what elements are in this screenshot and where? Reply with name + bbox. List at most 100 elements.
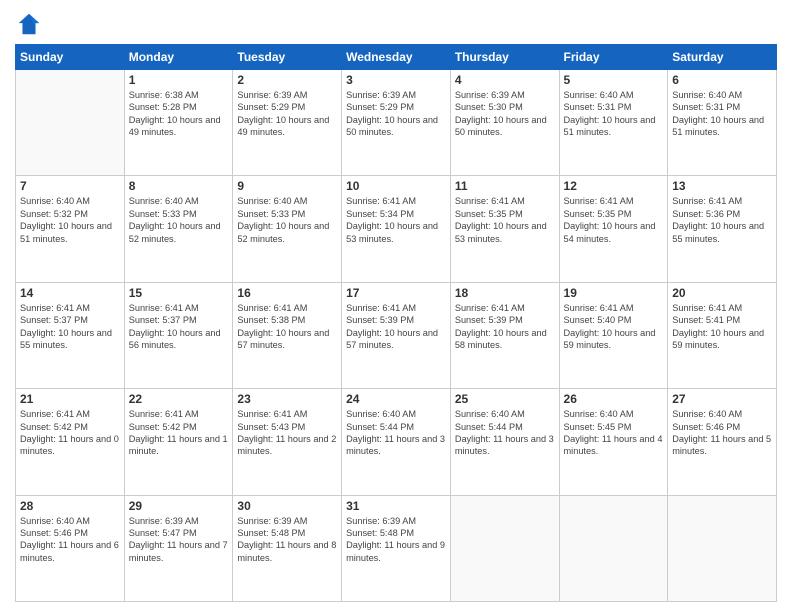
day-number: 4: [455, 73, 555, 87]
cell-content: Sunrise: 6:41 AMSunset: 5:43 PMDaylight:…: [237, 408, 337, 458]
calendar-cell: [450, 495, 559, 601]
cell-content: Sunrise: 6:38 AMSunset: 5:28 PMDaylight:…: [129, 89, 229, 139]
calendar-header-tuesday: Tuesday: [233, 45, 342, 70]
day-number: 19: [564, 286, 664, 300]
day-number: 31: [346, 499, 446, 513]
cell-content: Sunrise: 6:39 AMSunset: 5:48 PMDaylight:…: [346, 515, 446, 565]
cell-content: Sunrise: 6:39 AMSunset: 5:29 PMDaylight:…: [237, 89, 337, 139]
cell-content: Sunrise: 6:40 AMSunset: 5:44 PMDaylight:…: [455, 408, 555, 458]
calendar-cell: 31 Sunrise: 6:39 AMSunset: 5:48 PMDaylig…: [342, 495, 451, 601]
header: [15, 10, 777, 38]
logo: [15, 10, 47, 38]
calendar-cell: 11 Sunrise: 6:41 AMSunset: 5:35 PMDaylig…: [450, 176, 559, 282]
day-number: 17: [346, 286, 446, 300]
calendar-cell: 22 Sunrise: 6:41 AMSunset: 5:42 PMDaylig…: [124, 389, 233, 495]
week-row-1: 1 Sunrise: 6:38 AMSunset: 5:28 PMDayligh…: [16, 70, 777, 176]
calendar-header-sunday: Sunday: [16, 45, 125, 70]
day-number: 14: [20, 286, 120, 300]
calendar-cell: 10 Sunrise: 6:41 AMSunset: 5:34 PMDaylig…: [342, 176, 451, 282]
calendar-cell: 3 Sunrise: 6:39 AMSunset: 5:29 PMDayligh…: [342, 70, 451, 176]
cell-content: Sunrise: 6:41 AMSunset: 5:42 PMDaylight:…: [129, 408, 229, 458]
day-number: 6: [672, 73, 772, 87]
cell-content: Sunrise: 6:41 AMSunset: 5:34 PMDaylight:…: [346, 195, 446, 245]
calendar-cell: 20 Sunrise: 6:41 AMSunset: 5:41 PMDaylig…: [668, 282, 777, 388]
cell-content: Sunrise: 6:41 AMSunset: 5:35 PMDaylight:…: [564, 195, 664, 245]
cell-content: Sunrise: 6:41 AMSunset: 5:41 PMDaylight:…: [672, 302, 772, 352]
cell-content: Sunrise: 6:41 AMSunset: 5:37 PMDaylight:…: [20, 302, 120, 352]
calendar-cell: 25 Sunrise: 6:40 AMSunset: 5:44 PMDaylig…: [450, 389, 559, 495]
logo-icon: [15, 10, 43, 38]
calendar-cell: 30 Sunrise: 6:39 AMSunset: 5:48 PMDaylig…: [233, 495, 342, 601]
day-number: 2: [237, 73, 337, 87]
day-number: 10: [346, 179, 446, 193]
day-number: 23: [237, 392, 337, 406]
cell-content: Sunrise: 6:40 AMSunset: 5:46 PMDaylight:…: [20, 515, 120, 565]
calendar-cell: 1 Sunrise: 6:38 AMSunset: 5:28 PMDayligh…: [124, 70, 233, 176]
week-row-3: 14 Sunrise: 6:41 AMSunset: 5:37 PMDaylig…: [16, 282, 777, 388]
cell-content: Sunrise: 6:40 AMSunset: 5:44 PMDaylight:…: [346, 408, 446, 458]
day-number: 15: [129, 286, 229, 300]
day-number: 3: [346, 73, 446, 87]
day-number: 20: [672, 286, 772, 300]
cell-content: Sunrise: 6:39 AMSunset: 5:48 PMDaylight:…: [237, 515, 337, 565]
cell-content: Sunrise: 6:41 AMSunset: 5:40 PMDaylight:…: [564, 302, 664, 352]
day-number: 12: [564, 179, 664, 193]
cell-content: Sunrise: 6:41 AMSunset: 5:39 PMDaylight:…: [346, 302, 446, 352]
day-number: 9: [237, 179, 337, 193]
day-number: 8: [129, 179, 229, 193]
cell-content: Sunrise: 6:41 AMSunset: 5:39 PMDaylight:…: [455, 302, 555, 352]
calendar-cell: 6 Sunrise: 6:40 AMSunset: 5:31 PMDayligh…: [668, 70, 777, 176]
calendar-header-saturday: Saturday: [668, 45, 777, 70]
calendar-cell: 13 Sunrise: 6:41 AMSunset: 5:36 PMDaylig…: [668, 176, 777, 282]
calendar-cell: 5 Sunrise: 6:40 AMSunset: 5:31 PMDayligh…: [559, 70, 668, 176]
cell-content: Sunrise: 6:40 AMSunset: 5:32 PMDaylight:…: [20, 195, 120, 245]
calendar-header-wednesday: Wednesday: [342, 45, 451, 70]
cell-content: Sunrise: 6:39 AMSunset: 5:29 PMDaylight:…: [346, 89, 446, 139]
day-number: 18: [455, 286, 555, 300]
day-number: 21: [20, 392, 120, 406]
cell-content: Sunrise: 6:39 AMSunset: 5:47 PMDaylight:…: [129, 515, 229, 565]
calendar-cell: 7 Sunrise: 6:40 AMSunset: 5:32 PMDayligh…: [16, 176, 125, 282]
cell-content: Sunrise: 6:41 AMSunset: 5:42 PMDaylight:…: [20, 408, 120, 458]
calendar-table: SundayMondayTuesdayWednesdayThursdayFrid…: [15, 44, 777, 602]
calendar-cell: 12 Sunrise: 6:41 AMSunset: 5:35 PMDaylig…: [559, 176, 668, 282]
cell-content: Sunrise: 6:41 AMSunset: 5:37 PMDaylight:…: [129, 302, 229, 352]
week-row-4: 21 Sunrise: 6:41 AMSunset: 5:42 PMDaylig…: [16, 389, 777, 495]
calendar-cell: 23 Sunrise: 6:41 AMSunset: 5:43 PMDaylig…: [233, 389, 342, 495]
calendar-cell: 14 Sunrise: 6:41 AMSunset: 5:37 PMDaylig…: [16, 282, 125, 388]
day-number: 25: [455, 392, 555, 406]
calendar-cell: 8 Sunrise: 6:40 AMSunset: 5:33 PMDayligh…: [124, 176, 233, 282]
day-number: 30: [237, 499, 337, 513]
calendar-cell: 27 Sunrise: 6:40 AMSunset: 5:46 PMDaylig…: [668, 389, 777, 495]
day-number: 28: [20, 499, 120, 513]
cell-content: Sunrise: 6:40 AMSunset: 5:31 PMDaylight:…: [564, 89, 664, 139]
calendar-cell: [559, 495, 668, 601]
calendar-cell: 4 Sunrise: 6:39 AMSunset: 5:30 PMDayligh…: [450, 70, 559, 176]
calendar-cell: 16 Sunrise: 6:41 AMSunset: 5:38 PMDaylig…: [233, 282, 342, 388]
day-number: 27: [672, 392, 772, 406]
day-number: 5: [564, 73, 664, 87]
cell-content: Sunrise: 6:41 AMSunset: 5:36 PMDaylight:…: [672, 195, 772, 245]
day-number: 16: [237, 286, 337, 300]
cell-content: Sunrise: 6:41 AMSunset: 5:38 PMDaylight:…: [237, 302, 337, 352]
calendar-cell: 26 Sunrise: 6:40 AMSunset: 5:45 PMDaylig…: [559, 389, 668, 495]
day-number: 7: [20, 179, 120, 193]
calendar-cell: 21 Sunrise: 6:41 AMSunset: 5:42 PMDaylig…: [16, 389, 125, 495]
calendar-cell: 28 Sunrise: 6:40 AMSunset: 5:46 PMDaylig…: [16, 495, 125, 601]
calendar-cell: [668, 495, 777, 601]
day-number: 26: [564, 392, 664, 406]
calendar-cell: [16, 70, 125, 176]
day-number: 29: [129, 499, 229, 513]
calendar-header-thursday: Thursday: [450, 45, 559, 70]
calendar-cell: 17 Sunrise: 6:41 AMSunset: 5:39 PMDaylig…: [342, 282, 451, 388]
calendar-cell: 15 Sunrise: 6:41 AMSunset: 5:37 PMDaylig…: [124, 282, 233, 388]
day-number: 13: [672, 179, 772, 193]
day-number: 24: [346, 392, 446, 406]
cell-content: Sunrise: 6:40 AMSunset: 5:45 PMDaylight:…: [564, 408, 664, 458]
cell-content: Sunrise: 6:41 AMSunset: 5:35 PMDaylight:…: [455, 195, 555, 245]
calendar-cell: 24 Sunrise: 6:40 AMSunset: 5:44 PMDaylig…: [342, 389, 451, 495]
calendar-cell: 19 Sunrise: 6:41 AMSunset: 5:40 PMDaylig…: [559, 282, 668, 388]
cell-content: Sunrise: 6:40 AMSunset: 5:31 PMDaylight:…: [672, 89, 772, 139]
day-number: 1: [129, 73, 229, 87]
calendar-header-monday: Monday: [124, 45, 233, 70]
